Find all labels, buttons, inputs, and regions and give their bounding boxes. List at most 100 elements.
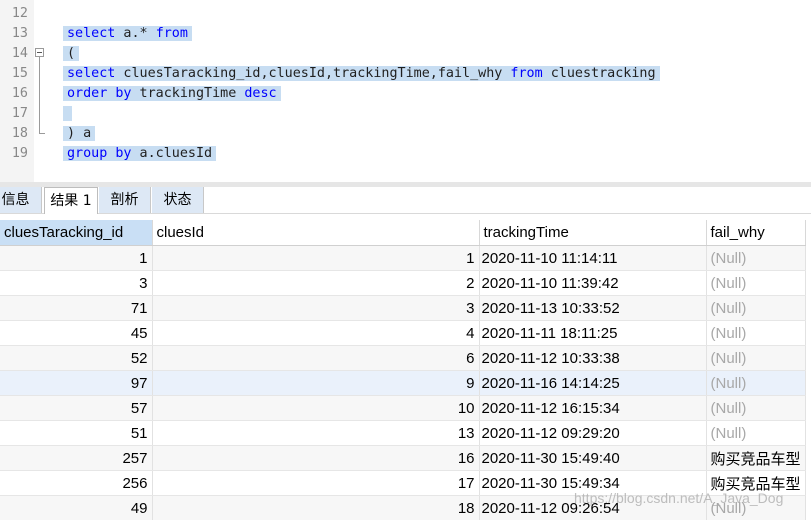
table-row[interactable]: 51 13 2020-11-12 09:29:20 (Null) bbox=[0, 420, 806, 446]
code-line-empty: ​ bbox=[63, 104, 72, 124]
sql-keyword: group bbox=[67, 146, 108, 161]
code-line: ) a bbox=[63, 124, 96, 144]
cell-tracking-time[interactable]: 2020-11-11 18:11:25 bbox=[479, 320, 707, 346]
line-number: 16 bbox=[11, 86, 28, 101]
code-line: order by trackingTime desc bbox=[63, 84, 281, 104]
result-tabbar: 信息 结果 1 剖析 状态 bbox=[0, 187, 811, 214]
cell-clues-taracking-id[interactable]: 97 bbox=[0, 370, 153, 396]
cell-tracking-time[interactable]: 2020-11-30 15:49:40 bbox=[479, 445, 707, 471]
fold-guide-line bbox=[39, 57, 40, 134]
cell-fail-why[interactable]: 购买竞品车型 bbox=[706, 445, 806, 471]
cell-clues-id[interactable]: 13 bbox=[152, 420, 480, 446]
sql-text: cluestracking bbox=[542, 66, 656, 81]
sql-text: a.* bbox=[115, 26, 156, 41]
sql-keyword: order bbox=[67, 86, 108, 101]
line-number: 15 bbox=[11, 66, 28, 81]
sql-text: ( bbox=[67, 46, 76, 61]
column-header-fail-why[interactable]: fail_why bbox=[706, 220, 806, 246]
result-grid[interactable]: cluesTaracking_id cluesId trackingTime f… bbox=[0, 220, 811, 520]
table-row[interactable]: 71 3 2020-11-13 10:33:52 (Null) bbox=[0, 295, 806, 321]
cell-fail-why[interactable]: (Null) bbox=[706, 395, 806, 421]
tab-result-1[interactable]: 结果 1 bbox=[44, 187, 98, 214]
selection-highlight: ( bbox=[63, 46, 80, 61]
line-number: 18 bbox=[11, 126, 28, 141]
sql-keyword: select bbox=[67, 66, 116, 81]
sql-keyword: desc bbox=[244, 86, 277, 101]
cell-fail-why[interactable]: (Null) bbox=[706, 270, 806, 296]
cell-tracking-time[interactable]: 2020-11-12 10:33:38 bbox=[479, 345, 707, 371]
cell-clues-taracking-id[interactable]: 49 bbox=[0, 495, 153, 520]
tab-status[interactable]: 状态 bbox=[152, 187, 204, 213]
line-number: 14 bbox=[11, 46, 28, 61]
sql-keyword: by bbox=[115, 86, 132, 101]
cell-fail-why[interactable]: (Null) bbox=[706, 370, 806, 396]
cell-clues-id[interactable]: 6 bbox=[152, 345, 480, 371]
table-row[interactable]: 52 6 2020-11-12 10:33:38 (Null) bbox=[0, 345, 806, 371]
fold-collapse-icon[interactable] bbox=[35, 48, 44, 57]
cell-clues-taracking-id[interactable]: 52 bbox=[0, 345, 153, 371]
code-line: select cluesTaracking_id,cluesId,trackin… bbox=[63, 64, 660, 84]
cell-clues-id[interactable]: 2 bbox=[152, 270, 480, 296]
cell-clues-taracking-id[interactable]: 3 bbox=[0, 270, 153, 296]
tab-profile[interactable]: 剖析 bbox=[99, 187, 151, 213]
fold-strip bbox=[34, 0, 48, 183]
fold-guide-end bbox=[39, 133, 45, 134]
watermark: https://blog.csdn.net/A_Java_Dog bbox=[574, 490, 784, 506]
cell-clues-taracking-id[interactable]: 51 bbox=[0, 420, 153, 446]
cell-clues-taracking-id[interactable]: 257 bbox=[0, 445, 153, 471]
cell-clues-id[interactable]: 1 bbox=[152, 245, 480, 271]
table-row[interactable]: 257 16 2020-11-30 15:49:40 购买竞品车型 bbox=[0, 445, 806, 471]
cell-clues-id[interactable]: 16 bbox=[152, 445, 480, 471]
cell-clues-taracking-id[interactable]: 57 bbox=[0, 395, 153, 421]
cell-tracking-time[interactable]: 2020-11-10 11:14:11 bbox=[479, 245, 707, 271]
cell-fail-why[interactable]: (Null) bbox=[706, 320, 806, 346]
column-header-tracking-time[interactable]: trackingTime bbox=[479, 220, 707, 246]
table-row[interactable]: 45 4 2020-11-11 18:11:25 (Null) bbox=[0, 320, 806, 346]
result-table: cluesTaracking_id cluesId trackingTime f… bbox=[0, 220, 806, 520]
cell-clues-taracking-id[interactable]: 71 bbox=[0, 295, 153, 321]
cell-fail-why[interactable]: (Null) bbox=[706, 420, 806, 446]
table-row[interactable]: 97 9 2020-11-16 14:14:25 (Null) bbox=[0, 370, 806, 396]
cell-tracking-time[interactable]: 2020-11-16 14:14:25 bbox=[479, 370, 707, 396]
cell-tracking-time[interactable]: 2020-11-12 16:15:34 bbox=[479, 395, 707, 421]
sql-text: a.cluesId bbox=[131, 146, 213, 161]
column-header-clues-id[interactable]: cluesId bbox=[152, 220, 480, 246]
table-row[interactable]: 57 10 2020-11-12 16:15:34 (Null) bbox=[0, 395, 806, 421]
cell-fail-why[interactable]: (Null) bbox=[706, 245, 806, 271]
selection-highlight: select cluesTaracking_id,cluesId,trackin… bbox=[63, 66, 660, 81]
header-row: cluesTaracking_id cluesId trackingTime f… bbox=[0, 220, 806, 246]
cell-clues-taracking-id[interactable]: 45 bbox=[0, 320, 153, 346]
cell-clues-id[interactable]: 9 bbox=[152, 370, 480, 396]
cell-tracking-time[interactable]: 2020-11-12 09:29:20 bbox=[479, 420, 707, 446]
cell-fail-why[interactable]: (Null) bbox=[706, 295, 806, 321]
cell-tracking-time[interactable]: 2020-11-13 10:33:52 bbox=[479, 295, 707, 321]
sql-text: trackingTime bbox=[131, 86, 245, 101]
selection-highlight: ​ bbox=[63, 106, 72, 121]
line-number: 17 bbox=[11, 106, 28, 121]
cell-tracking-time[interactable]: 2020-11-10 11:39:42 bbox=[479, 270, 707, 296]
cell-clues-id[interactable]: 10 bbox=[152, 395, 480, 421]
line-number: 19 bbox=[11, 146, 28, 161]
sql-keyword: from bbox=[155, 26, 188, 41]
column-header-clues-taracking-id[interactable]: cluesTaracking_id bbox=[0, 220, 153, 246]
sql-keyword: by bbox=[115, 146, 132, 161]
cell-fail-why[interactable]: (Null) bbox=[706, 345, 806, 371]
sql-text: cluesTaracking_id,cluesId,trackingTime,f… bbox=[115, 66, 511, 81]
selection-highlight: select a.* from bbox=[63, 26, 192, 41]
table-row[interactable]: 3 2 2020-11-10 11:39:42 (Null) bbox=[0, 270, 806, 296]
sql-keyword: from bbox=[510, 66, 543, 81]
line-number-gutter: 12 13 14 15 16 17 18 19 bbox=[0, 0, 34, 183]
table-row[interactable]: 1 1 2020-11-10 11:14:11 (Null) bbox=[0, 245, 806, 271]
cell-clues-id[interactable]: 18 bbox=[152, 495, 480, 520]
sql-text: ) a bbox=[67, 126, 92, 141]
cell-clues-taracking-id[interactable]: 256 bbox=[0, 470, 153, 496]
tab-info[interactable]: 信息 bbox=[0, 187, 42, 213]
cell-clues-id[interactable]: 4 bbox=[152, 320, 480, 346]
cell-clues-taracking-id[interactable]: 1 bbox=[0, 245, 153, 271]
code-line: ( bbox=[63, 44, 80, 64]
selection-highlight: order by trackingTime desc bbox=[63, 86, 281, 101]
cell-clues-id[interactable]: 17 bbox=[152, 470, 480, 496]
line-number: 12 bbox=[11, 6, 28, 21]
cell-clues-id[interactable]: 3 bbox=[152, 295, 480, 321]
sql-editor[interactable]: 12 13 14 15 16 17 18 19 select a.* from (… bbox=[0, 0, 811, 183]
